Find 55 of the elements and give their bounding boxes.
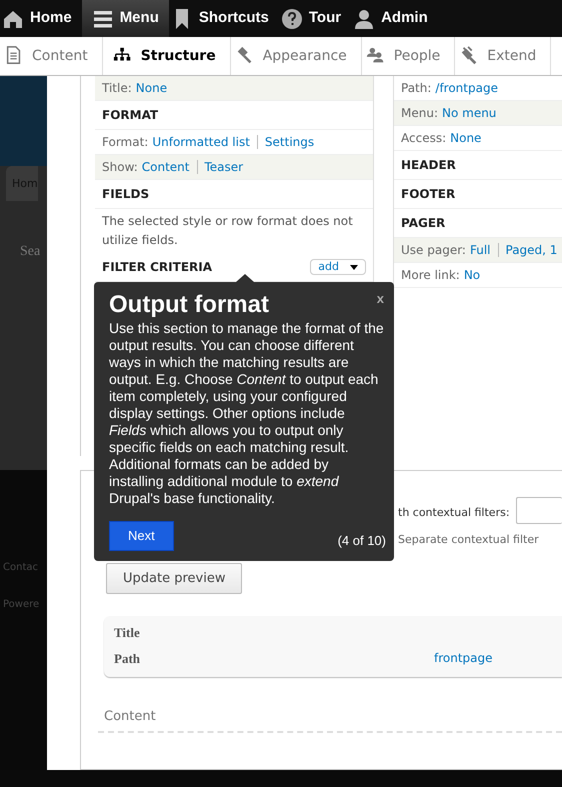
tray-tab[interactable]: Structure (102, 37, 231, 75)
setting-link[interactable]: Paged, 1 (498, 243, 558, 257)
setting-label: More link: (401, 268, 460, 282)
setting-label: Show: (102, 160, 138, 174)
setting-link[interactable]: No (464, 268, 480, 282)
field-hint: Separate contextual filter (398, 532, 540, 548)
section-heading: FILTER CRITERIA (102, 259, 212, 275)
close-button[interactable]: x (376, 292, 384, 306)
tray-tab[interactable]: People (362, 37, 456, 75)
toolbar-tab[interactable]: Shortcuts (168, 0, 279, 37)
add-button[interactable]: add (310, 259, 366, 275)
setting-link[interactable]: None (450, 131, 482, 145)
field-label: th contextual filters: (398, 505, 510, 521)
tray-tab[interactable]: Extend (455, 37, 552, 75)
setting-label: Title: (102, 81, 132, 95)
setting-link[interactable]: /frontpage (435, 81, 498, 95)
toolbar-tab[interactable]: Tour (278, 0, 352, 37)
setting-link[interactable]: Settings (256, 135, 314, 149)
next-button[interactable]: Next (109, 521, 174, 550)
step-counter: (4 of 10) (338, 532, 386, 550)
toolbar-tab[interactable]: Menu (82, 0, 169, 37)
setting-link[interactable]: Full (470, 243, 490, 257)
tray-tab[interactable]: Content (0, 37, 103, 75)
update-preview-button[interactable]: Update preview (106, 562, 242, 594)
toolbar-tab[interactable]: Home (0, 0, 82, 37)
toolbar-tab[interactable]: Admin (351, 0, 438, 37)
setting-link[interactable]: Teaser (196, 160, 244, 174)
setting-label: Use pager: (401, 243, 466, 257)
tooltip-text: Use this section to manage the format of the output results. You can choose different ways in which the matching results are output. E.g. Choose Content to output each item completely, using your configured display settings. Other options include Fields which allows you to output only specific fields on each matching result. Additional formats can be added by installing additional module to extend Drupal's base functionality. (109, 320, 385, 507)
setting-link[interactable]: Unformatted list (152, 135, 250, 149)
tooltip-title: Output format (109, 290, 269, 320)
section-heading: HEADER (401, 157, 456, 173)
caret-icon (350, 265, 358, 270)
setting-link[interactable]: Content (142, 160, 190, 174)
setting-link[interactable]: No menu (442, 106, 496, 120)
user-icon (353, 8, 376, 30)
section-heading: FIELDS (102, 186, 150, 202)
section-heading: FOOTER (401, 186, 456, 202)
section-note: The selected style or row format does not utilize fields. (101, 213, 354, 249)
setting-link[interactable]: None (136, 81, 168, 95)
plug-icon (459, 46, 480, 66)
field-label: Title (114, 624, 141, 642)
setting-label: Format: (102, 135, 148, 149)
field-label: Path (114, 650, 141, 668)
tray-tab[interactable]: Appearance (230, 37, 362, 75)
help-icon (280, 8, 303, 30)
search-label: Sea (20, 242, 40, 260)
section-heading: FORMAT (102, 107, 158, 123)
setting-label: Path: (401, 81, 432, 95)
content-heading: Content (104, 708, 157, 726)
field-value-link[interactable]: frontpage (434, 648, 493, 668)
text-input-field[interactable] (516, 497, 562, 524)
section-heading: PAGER (401, 215, 446, 231)
setting-label: Menu: (401, 106, 438, 120)
setting-label: Access: (401, 131, 446, 145)
